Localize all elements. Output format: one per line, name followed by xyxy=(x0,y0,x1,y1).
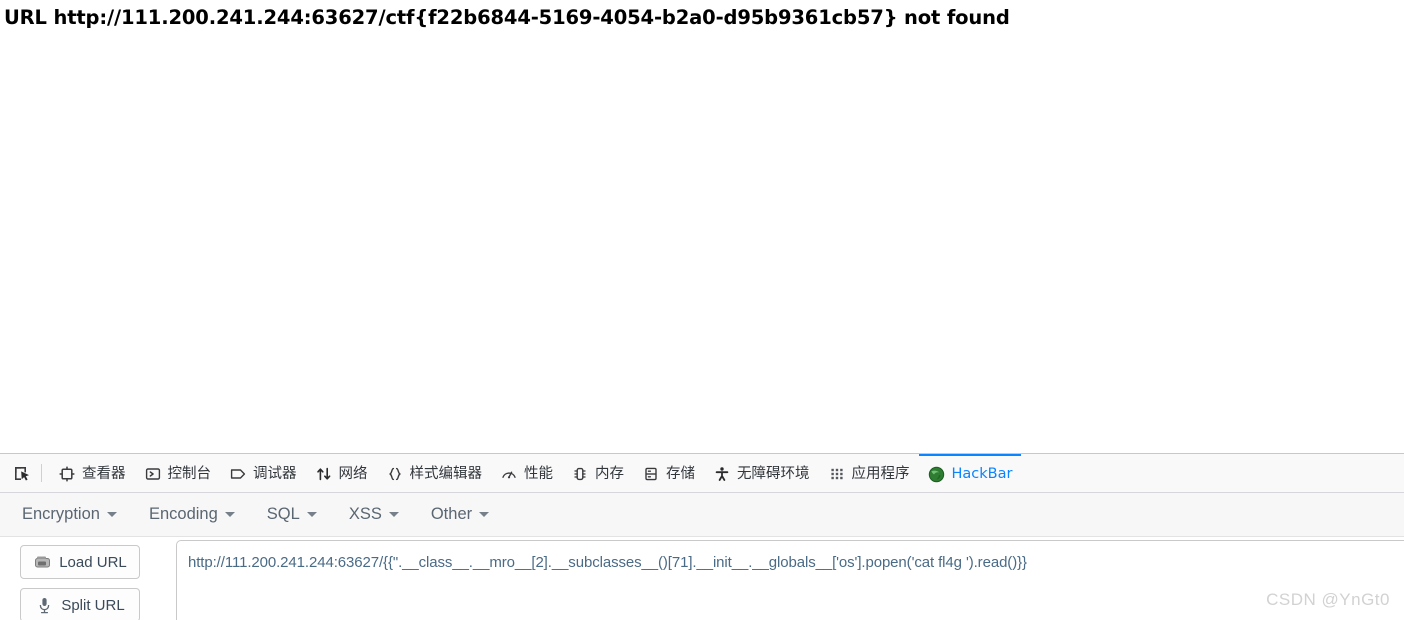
inspector-icon xyxy=(58,465,76,483)
hackbar-url-value: http://111.200.241.244:63627/{{".__class… xyxy=(188,554,1027,571)
menu-label: Encoding xyxy=(148,505,218,523)
tab-label: 控制台 xyxy=(167,465,212,482)
memory-icon xyxy=(571,465,589,483)
menu-label: XSS xyxy=(348,505,382,523)
tab-network[interactable]: 网络 xyxy=(306,454,377,492)
chevron-down-icon xyxy=(388,512,399,517)
tab-inspector[interactable]: 查看器 xyxy=(49,454,135,492)
page-content-area: URL http://111.200.241.244:63627/ctf{f22… xyxy=(0,0,1404,453)
storage-icon xyxy=(642,465,660,483)
toolbar-separator xyxy=(41,464,42,482)
button-label: Load URL xyxy=(59,553,127,571)
hackbar-url-field[interactable]: http://111.200.241.244:63627/{{".__class… xyxy=(176,540,1404,620)
tab-label: HackBar xyxy=(951,465,1013,482)
hackbar-panel: Encryption Encoding SQL XSS Other Load U… xyxy=(0,493,1404,620)
tab-storage[interactable]: 存储 xyxy=(633,454,704,492)
chevron-down-icon xyxy=(306,512,317,517)
menu-label: Other xyxy=(430,505,473,523)
tab-debugger[interactable]: 调试器 xyxy=(220,454,306,492)
performance-icon xyxy=(500,465,518,483)
hackbar-action-buttons: Load URL Split URL xyxy=(20,545,160,620)
chevron-down-icon xyxy=(106,512,117,517)
style-editor-icon xyxy=(386,465,404,483)
page-error-message: URL http://111.200.241.244:63627/ctf{f22… xyxy=(4,6,1010,29)
devtools-panel: 查看器 控制台 调试器 网络 样式编辑器 性能 内存 存储 无障碍环境 应用程序… xyxy=(0,453,1404,620)
tab-application[interactable]: 应用程序 xyxy=(819,454,919,492)
menu-xss[interactable]: XSS xyxy=(349,505,399,524)
chevron-down-icon xyxy=(479,512,490,517)
tab-label: 内存 xyxy=(595,465,624,482)
tab-memory[interactable]: 内存 xyxy=(562,454,633,492)
load-url-icon xyxy=(33,555,51,570)
menu-other[interactable]: Other xyxy=(430,505,490,524)
browser-window: URL http://111.200.241.244:63627/ctf{f22… xyxy=(0,0,1404,620)
application-icon xyxy=(828,465,846,483)
tab-accessibility[interactable]: 无障碍环境 xyxy=(704,454,819,492)
tab-label: 调试器 xyxy=(253,465,297,482)
hackbar-globe-icon xyxy=(928,465,946,483)
menu-encoding[interactable]: Encoding xyxy=(149,505,235,524)
tab-label: 无障碍环境 xyxy=(737,465,810,482)
accessibility-icon xyxy=(713,465,731,483)
chevron-down-icon xyxy=(224,512,235,517)
tab-performance[interactable]: 性能 xyxy=(491,454,562,492)
tab-style-editor[interactable]: 样式编辑器 xyxy=(377,454,492,492)
tab-label: 样式编辑器 xyxy=(409,465,483,482)
hackbar-body: Load URL Split URL http://111.200.241.24… xyxy=(0,537,1404,620)
tab-label: 查看器 xyxy=(82,465,126,482)
devtools-tabbar: 查看器 控制台 调试器 网络 样式编辑器 性能 内存 存储 无障碍环境 应用程序… xyxy=(0,454,1404,493)
tab-label: 网络 xyxy=(338,465,368,482)
split-url-button[interactable]: Split URL xyxy=(20,588,140,620)
tab-hackbar[interactable]: HackBar xyxy=(918,454,1022,492)
menu-sql[interactable]: SQL xyxy=(267,505,317,524)
console-icon xyxy=(144,465,162,483)
split-url-icon xyxy=(35,597,53,614)
debugger-icon xyxy=(229,465,247,483)
menu-label: SQL xyxy=(266,505,300,523)
tab-label: 性能 xyxy=(524,465,553,482)
element-picker-icon[interactable] xyxy=(6,460,36,486)
menu-label: Encryption xyxy=(22,505,100,523)
network-icon xyxy=(315,465,333,483)
tab-label: 应用程序 xyxy=(851,465,910,482)
button-label: Split URL xyxy=(61,596,125,614)
menu-encryption[interactable]: Encryption xyxy=(22,505,117,524)
tab-label: 存储 xyxy=(666,465,695,482)
tab-console[interactable]: 控制台 xyxy=(135,454,221,492)
load-url-button[interactable]: Load URL xyxy=(20,545,140,579)
hackbar-menubar: Encryption Encoding SQL XSS Other xyxy=(0,493,1404,537)
